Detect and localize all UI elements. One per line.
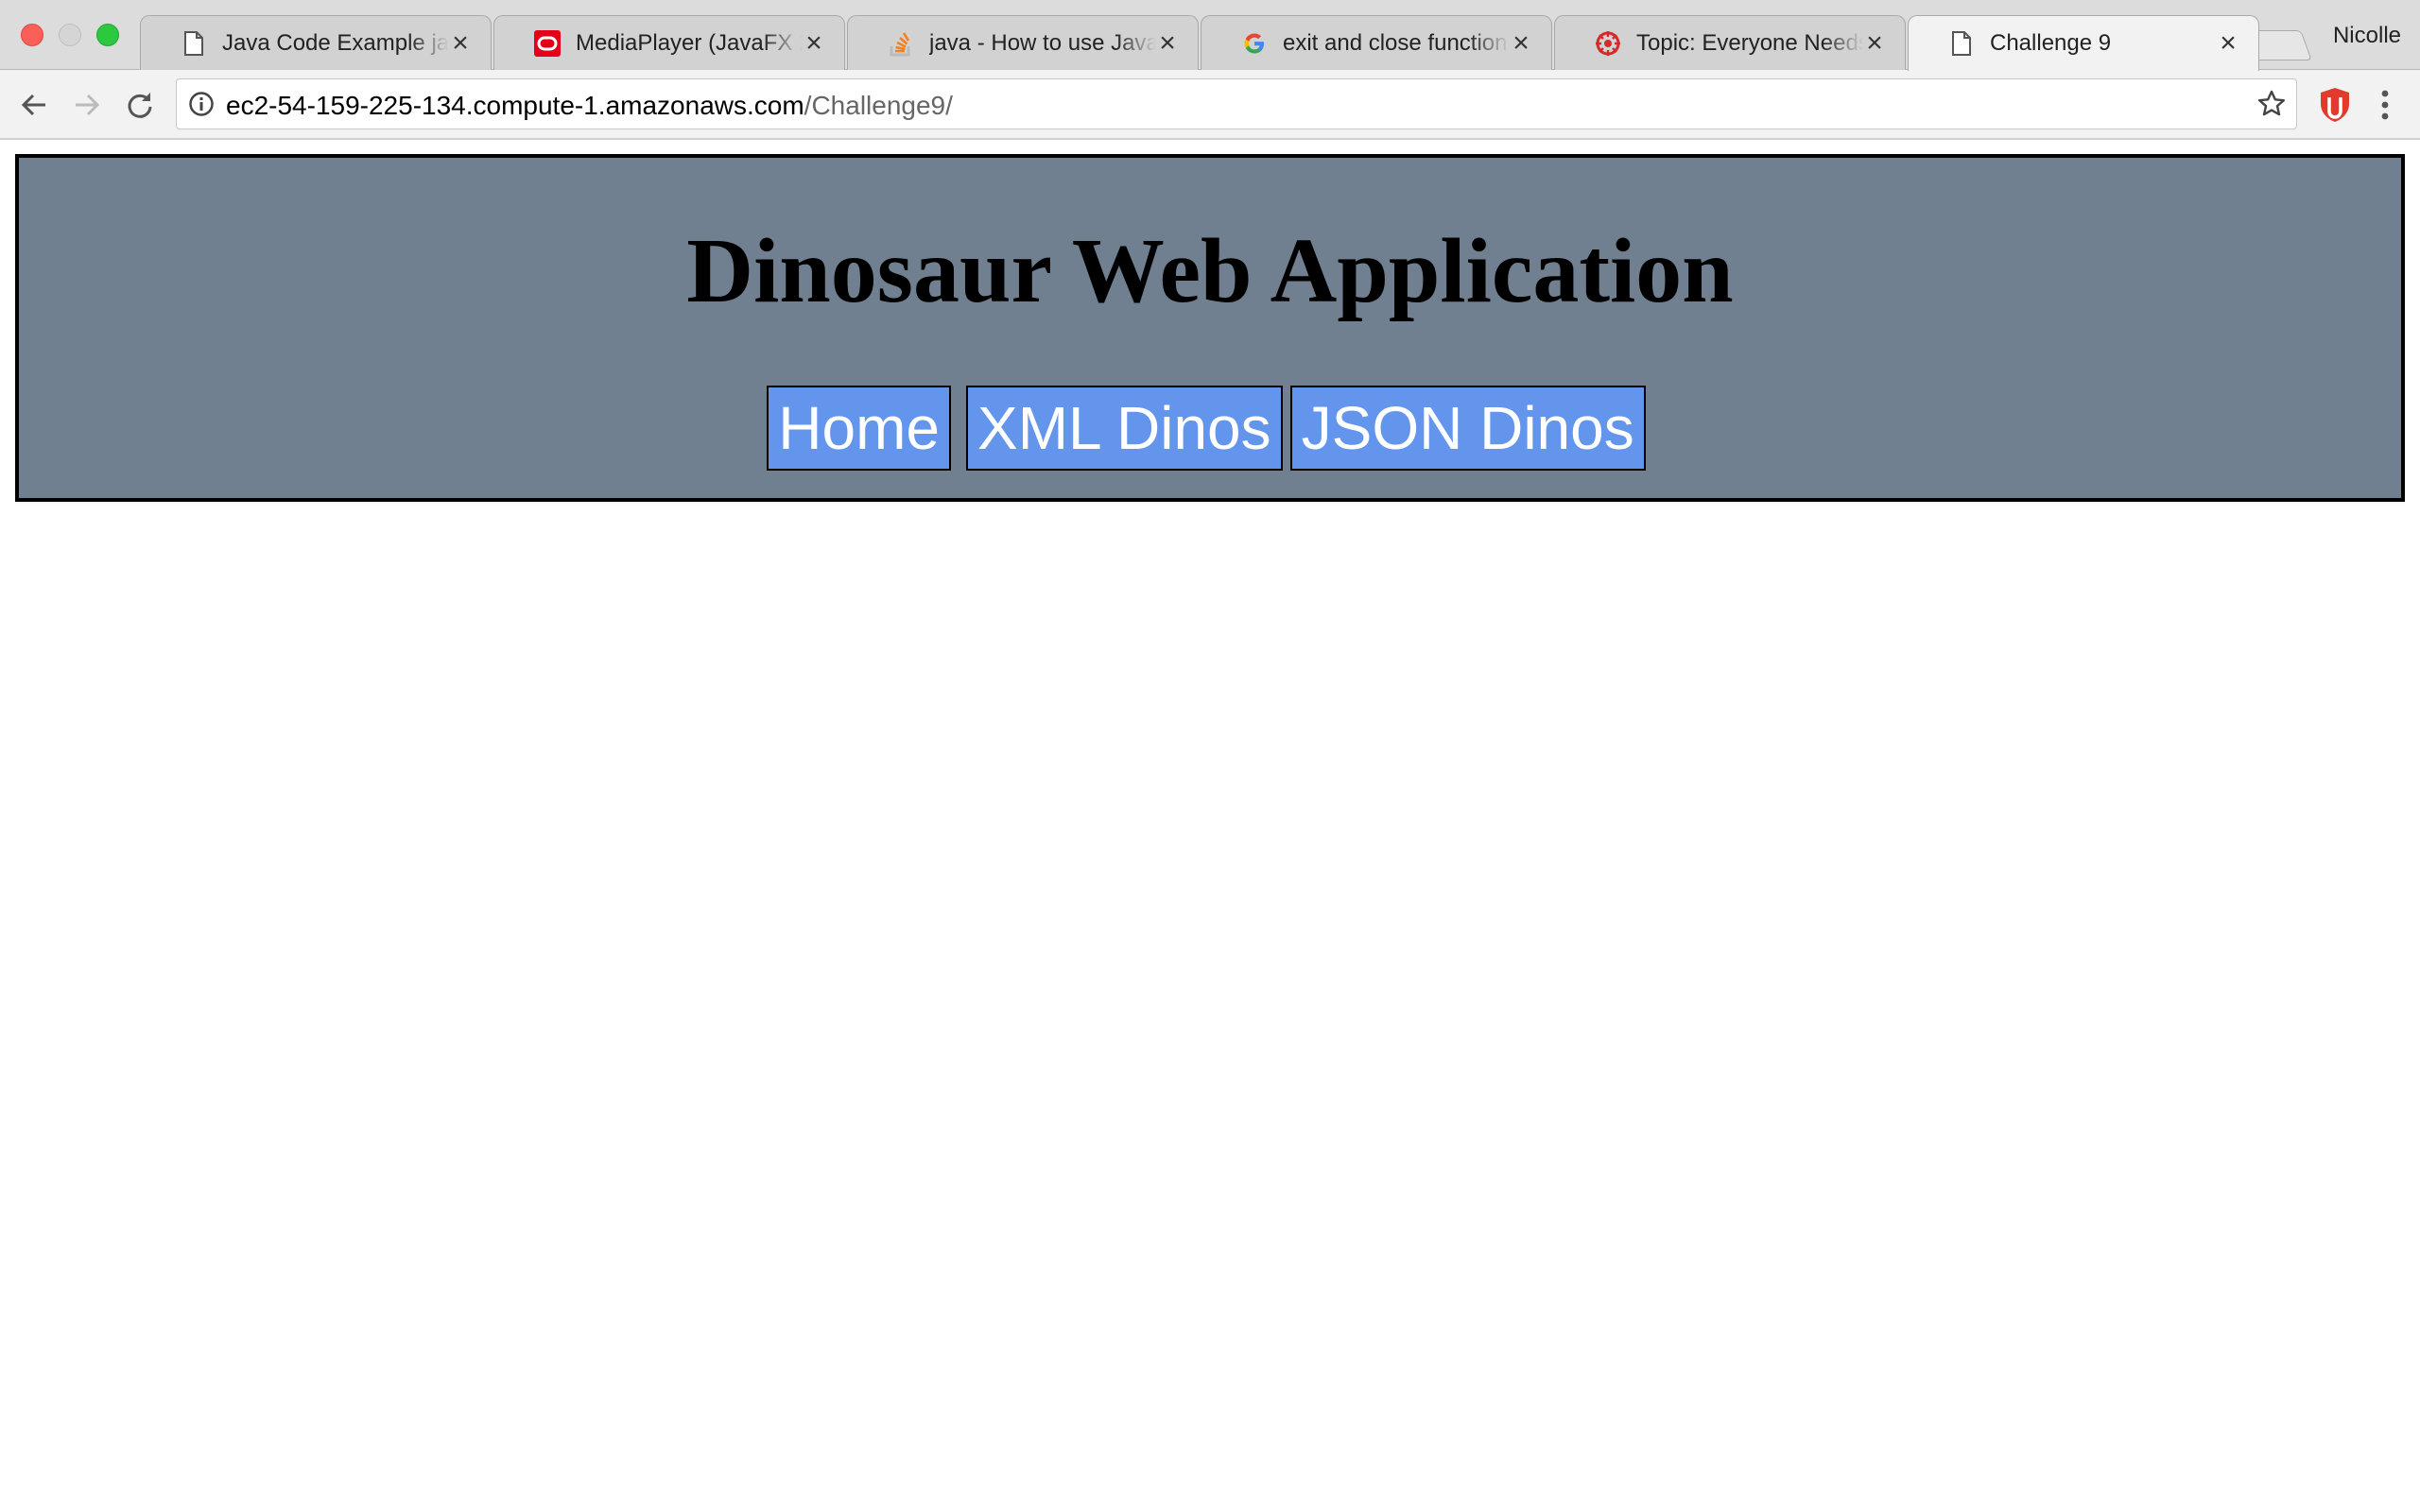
tab-google[interactable]: exit and close function ×	[1201, 15, 1552, 70]
url-text[interactable]: ec2-54-159-225-134.compute-1.amazonaws.c…	[226, 91, 953, 121]
tab-stackoverflow[interactable]: java - How to use JavaFX ×	[847, 15, 1199, 70]
browser-chrome: Java Code Example java × MediaPlayer (Ja…	[0, 0, 2420, 140]
reload-button[interactable]	[119, 84, 161, 126]
stackoverflow-icon	[888, 30, 914, 57]
tab-title: Topic: Everyone Needs	[1636, 29, 1863, 56]
home-button[interactable]: Home	[767, 386, 951, 471]
profile-name[interactable]: Nicolle	[2333, 23, 2401, 49]
close-icon[interactable]: ×	[1510, 28, 1532, 58]
back-button[interactable]	[13, 84, 55, 126]
tab-challenge-9[interactable]: Challenge 9 ×	[1908, 15, 2259, 71]
tab-forum-topic[interactable]: Topic: Everyone Needs ×	[1554, 15, 1906, 70]
extension-icon[interactable]	[2316, 86, 2354, 124]
xml-dinos-button[interactable]: XML Dinos	[966, 386, 1283, 471]
google-icon	[1241, 30, 1268, 57]
url-host: ec2-54-159-225-134.compute-1.amazonaws.c…	[226, 91, 804, 120]
document-icon	[1948, 30, 1975, 57]
page-title: Dinosaur Web Application	[686, 220, 1734, 322]
tab-strip: Java Code Example java × MediaPlayer (Ja…	[0, 0, 2420, 71]
close-icon[interactable]: ×	[2217, 29, 2239, 58]
tab-mediaplayer[interactable]: MediaPlayer (JavaFX 2 ×	[493, 15, 845, 70]
document-icon	[181, 30, 207, 57]
close-icon[interactable]: ×	[1156, 28, 1179, 58]
close-icon[interactable]: ×	[449, 28, 472, 58]
page-nav: Home XML Dinos JSON Dinos	[19, 386, 2401, 471]
star-icon[interactable]	[2256, 89, 2287, 119]
info-icon[interactable]	[188, 91, 215, 117]
reload-icon	[128, 93, 152, 118]
kebab-menu-icon[interactable]	[2371, 86, 2399, 124]
forward-button[interactable]	[66, 84, 108, 126]
tab-title: MediaPlayer (JavaFX 2	[576, 29, 803, 56]
tab-list: Java Code Example java × MediaPlayer (Ja…	[0, 0, 2420, 71]
tab-title: Java Code Example java	[222, 29, 449, 56]
browser-toolbar: ec2-54-159-225-134.compute-1.amazonaws.c…	[0, 70, 2420, 140]
arrow-right-icon	[76, 94, 100, 116]
tab-title: exit and close function	[1283, 29, 1508, 56]
arrow-left-icon	[21, 94, 45, 116]
json-dinos-button[interactable]: JSON Dinos	[1289, 386, 1646, 471]
forum-icon	[1595, 30, 1621, 57]
tab-java-code-example[interactable]: Java Code Example java ×	[140, 15, 492, 70]
close-icon[interactable]: ×	[1863, 28, 1886, 58]
oracle-icon	[534, 29, 561, 57]
tab-title: Challenge 9	[1990, 30, 2112, 56]
url-path: /Challenge9/	[804, 91, 953, 120]
page-header: Dinosaur Web Application Home XML Dinos …	[15, 154, 2405, 502]
tab-title: java - How to use JavaFX	[929, 29, 1156, 56]
address-bar[interactable]: ec2-54-159-225-134.compute-1.amazonaws.c…	[176, 78, 2297, 129]
close-icon[interactable]: ×	[803, 28, 825, 58]
